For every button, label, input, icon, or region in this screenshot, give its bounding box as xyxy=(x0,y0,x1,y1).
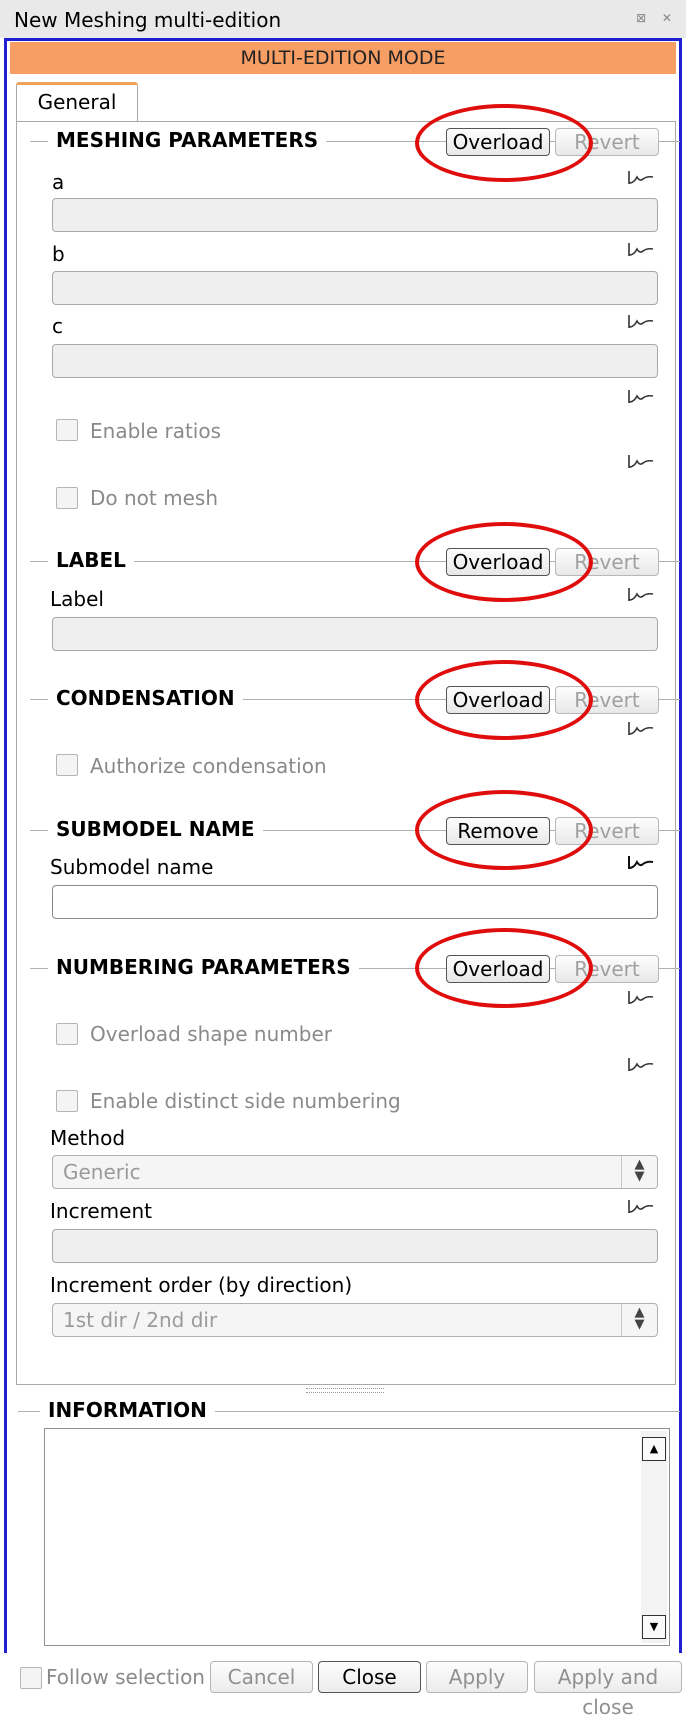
curve-icon[interactable] xyxy=(628,721,654,739)
highlight-ring xyxy=(415,660,593,740)
select-arrows-icon: ▲ ▼ xyxy=(621,1304,657,1336)
method-select-value: Generic xyxy=(63,1160,141,1184)
section-title-submodel: SUBMODEL NAME xyxy=(48,817,263,841)
curve-icon[interactable] xyxy=(628,454,654,472)
do-not-mesh-checkbox[interactable] xyxy=(56,487,78,509)
curve-icon[interactable] xyxy=(628,389,654,407)
section-title-condensation: CONDENSATION xyxy=(48,686,243,710)
section-title-numbering: NUMBERING PARAMETERS xyxy=(48,955,359,979)
section-title-label: LABEL xyxy=(48,548,134,572)
information-scrollbar[interactable]: ▲ ▼ xyxy=(641,1431,667,1643)
submodel-name-input[interactable] xyxy=(52,885,658,919)
window-title: New Meshing multi-edition xyxy=(14,8,282,32)
increment-order-select-value: 1st dir / 2nd dir xyxy=(63,1308,218,1332)
enable-ratios-label: Enable ratios xyxy=(90,419,222,443)
close-button[interactable]: Close xyxy=(318,1661,421,1693)
information-text-area[interactable]: ▲ ▼ xyxy=(44,1428,670,1646)
field-label-b: b xyxy=(52,242,65,266)
authorize-condensation-label: Authorize condensation xyxy=(90,754,327,778)
submodel-field-label: Submodel name xyxy=(50,855,214,879)
field-label-c: c xyxy=(52,314,63,338)
multi-edition-banner: MULTI-EDITION MODE xyxy=(10,42,676,74)
apply-and-close-button[interactable]: Apply and close xyxy=(534,1661,682,1719)
highlight-ring xyxy=(415,790,593,870)
highlight-ring xyxy=(415,928,593,1008)
label-field-label: Label xyxy=(50,587,104,611)
section-title-meshing: MESHING PARAMETERS xyxy=(48,128,327,152)
increment-order-select[interactable]: 1st dir / 2nd dir ▲ ▼ xyxy=(52,1303,658,1337)
do-not-mesh-label: Do not mesh xyxy=(90,486,218,510)
curve-icon[interactable] xyxy=(628,1057,654,1075)
field-c-input[interactable] xyxy=(52,344,658,378)
general-panel xyxy=(16,121,676,1385)
curve-icon[interactable] xyxy=(628,242,654,260)
curve-icon[interactable] xyxy=(628,314,654,332)
overload-shape-number-label: Overload shape number xyxy=(90,1022,332,1046)
field-label-a: a xyxy=(52,170,65,194)
curve-icon[interactable] xyxy=(628,1199,654,1217)
curve-icon[interactable] xyxy=(628,587,654,605)
highlight-ring xyxy=(415,522,593,602)
tab-general[interactable]: General xyxy=(16,82,138,123)
curve-icon[interactable] xyxy=(628,855,654,873)
field-a-input[interactable] xyxy=(52,198,658,232)
curve-icon[interactable] xyxy=(628,990,654,1008)
window-controls-icon[interactable]: ⊠ ✕ xyxy=(636,11,678,25)
overload-shape-number-checkbox[interactable] xyxy=(56,1023,78,1045)
method-label: Method xyxy=(50,1126,126,1150)
follow-selection-label: Follow selection xyxy=(46,1665,205,1689)
increment-input[interactable] xyxy=(52,1229,658,1263)
increment-label: Increment xyxy=(50,1199,152,1223)
distinct-side-numbering-label: Enable distinct side numbering xyxy=(90,1089,401,1113)
section-title-information: INFORMATION xyxy=(40,1398,215,1422)
label-input[interactable] xyxy=(52,617,658,651)
increment-order-label: Increment order (by direction) xyxy=(50,1273,353,1297)
distinct-side-numbering-checkbox[interactable] xyxy=(56,1090,78,1112)
select-arrows-icon: ▲ ▼ xyxy=(621,1156,657,1188)
apply-button[interactable]: Apply xyxy=(426,1661,528,1693)
cancel-button[interactable]: Cancel xyxy=(210,1661,313,1693)
scroll-down-icon[interactable]: ▼ xyxy=(642,1615,666,1639)
splitter-handle[interactable] xyxy=(306,1388,384,1393)
curve-icon[interactable] xyxy=(628,170,654,188)
window-title-bar: New Meshing multi-edition ⊠ ✕ xyxy=(0,0,686,38)
field-b-input[interactable] xyxy=(52,271,658,305)
method-select[interactable]: Generic ▲ ▼ xyxy=(52,1155,658,1189)
enable-ratios-checkbox[interactable] xyxy=(56,419,78,441)
footer-bar: Follow selection Cancel Close Apply Appl… xyxy=(0,1653,686,1719)
follow-selection-checkbox[interactable] xyxy=(20,1667,42,1689)
authorize-condensation-checkbox[interactable] xyxy=(56,754,78,776)
scroll-up-icon[interactable]: ▲ xyxy=(642,1437,666,1461)
highlight-ring xyxy=(415,104,593,182)
